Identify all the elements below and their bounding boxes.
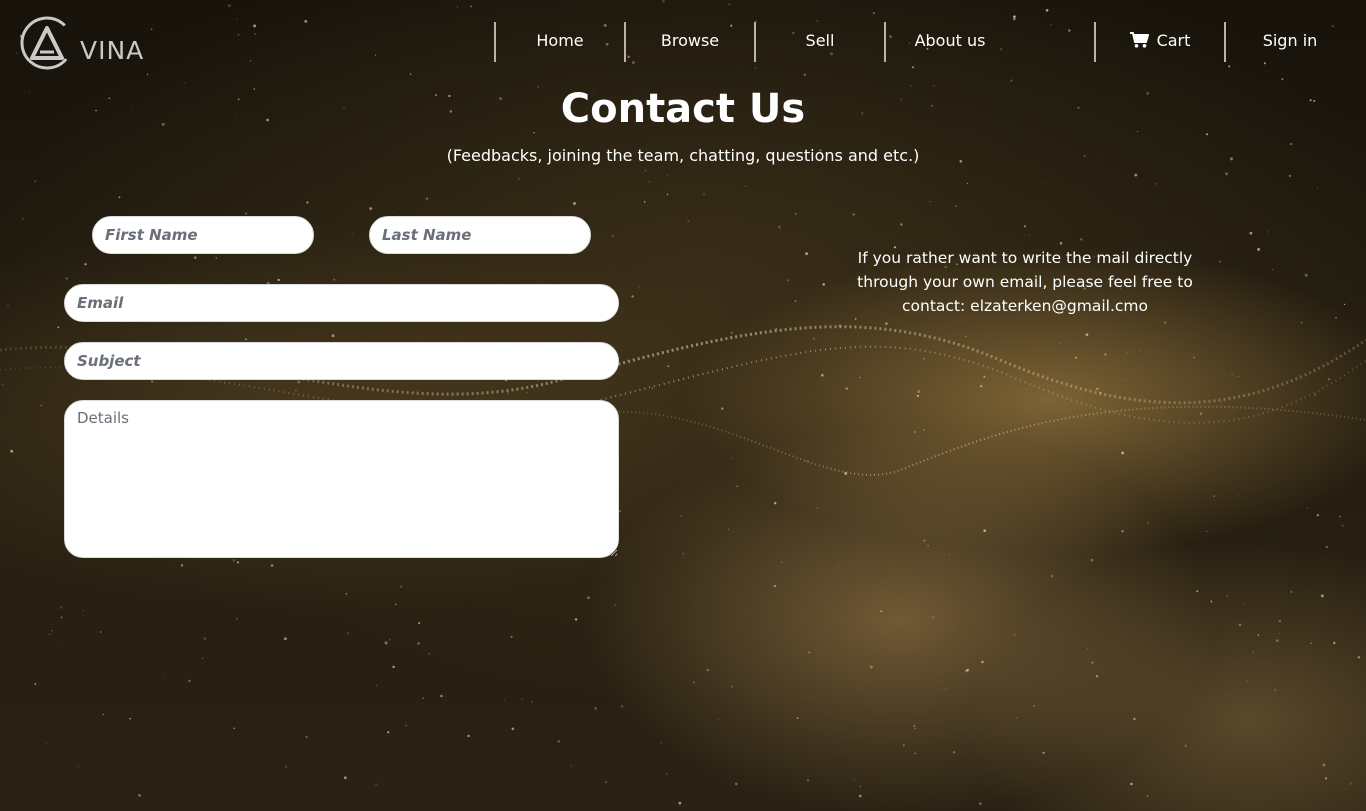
cart-label: Cart: [1156, 31, 1191, 50]
page-title: Contact Us: [560, 86, 806, 132]
contact-email-text: contact: elzaterken@gmail.cmo: [902, 297, 1148, 315]
cart-icon: [1129, 32, 1149, 48]
cart-button[interactable]: Cart: [1096, 22, 1224, 62]
logo-text: VINA: [80, 36, 145, 65]
contact-note: If you rather want to write the mail dir…: [840, 246, 1210, 318]
email-field[interactable]: [64, 284, 619, 322]
nav-about-us[interactable]: About us: [886, 22, 1014, 62]
logo-mark-icon: [20, 16, 74, 70]
nav-home[interactable]: Home: [496, 22, 624, 62]
nav-browse[interactable]: Browse: [626, 22, 754, 62]
sign-in-link[interactable]: Sign in: [1226, 22, 1354, 62]
nav-sell[interactable]: Sell: [756, 22, 884, 62]
last-name-field[interactable]: [369, 216, 591, 254]
page-subtitle: (Feedbacks, joining the team, chatting, …: [446, 146, 920, 165]
contact-note-line: through your own email, please feel free…: [857, 273, 1193, 291]
details-textarea[interactable]: [64, 400, 619, 558]
first-name-field[interactable]: [92, 216, 314, 254]
brand-logo[interactable]: VINA: [18, 14, 160, 74]
contact-note-line: If you rather want to write the mail dir…: [857, 249, 1193, 267]
subject-field[interactable]: [64, 342, 619, 380]
